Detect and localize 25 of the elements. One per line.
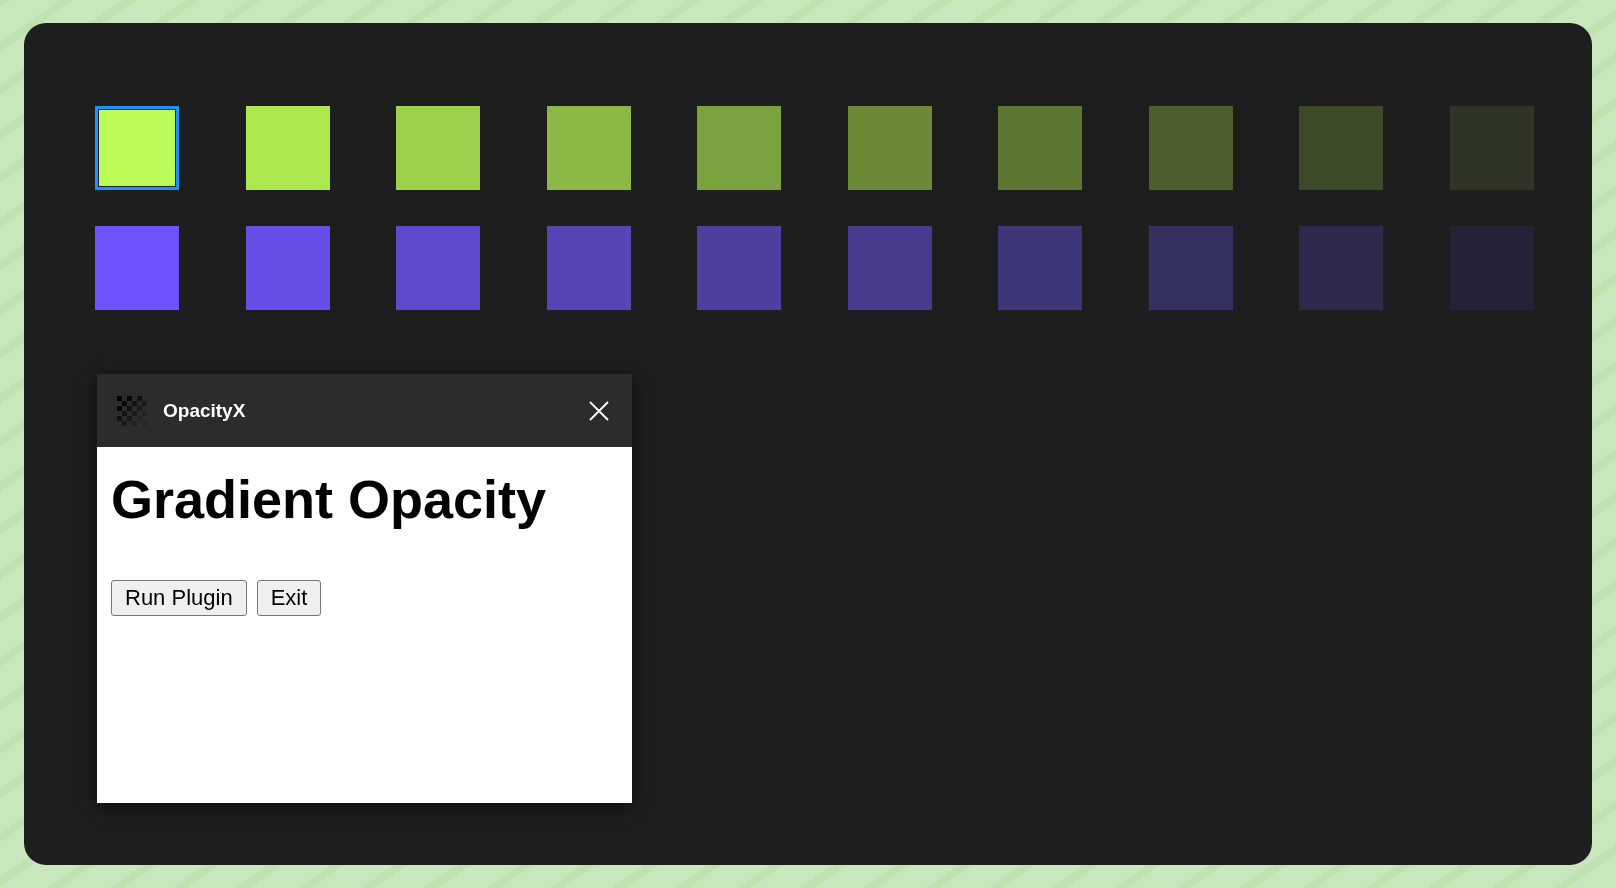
color-swatch[interactable] [697,226,781,310]
color-swatch[interactable] [245,226,330,310]
dialog-button[interactable]: Exit [256,579,322,616]
color-swatch[interactable] [1148,106,1233,190]
dialog-title: OpacityX [163,399,247,422]
color-swatch[interactable] [847,226,932,310]
color-swatch[interactable] [1449,226,1534,310]
color-swatch[interactable] [847,106,932,190]
color-swatch[interactable] [95,226,179,310]
dialog-button[interactable]: Run Plugin [111,579,247,616]
color-swatch[interactable] [998,106,1082,190]
color-swatch[interactable] [546,106,631,190]
checker-icon [117,395,147,426]
color-swatch[interactable] [546,226,631,310]
color-swatch[interactable] [245,106,330,190]
color-swatch[interactable] [1299,106,1383,190]
color-swatch[interactable] [1148,226,1233,310]
color-swatch[interactable] [396,226,480,310]
color-swatch[interactable] [95,106,179,190]
color-swatch[interactable] [998,226,1082,310]
color-swatch[interactable] [697,106,781,190]
close-icon[interactable] [588,399,610,422]
color-swatch[interactable] [396,106,480,190]
color-swatch[interactable] [1299,226,1383,310]
dialog-heading: Gradient Opacity [111,468,548,531]
